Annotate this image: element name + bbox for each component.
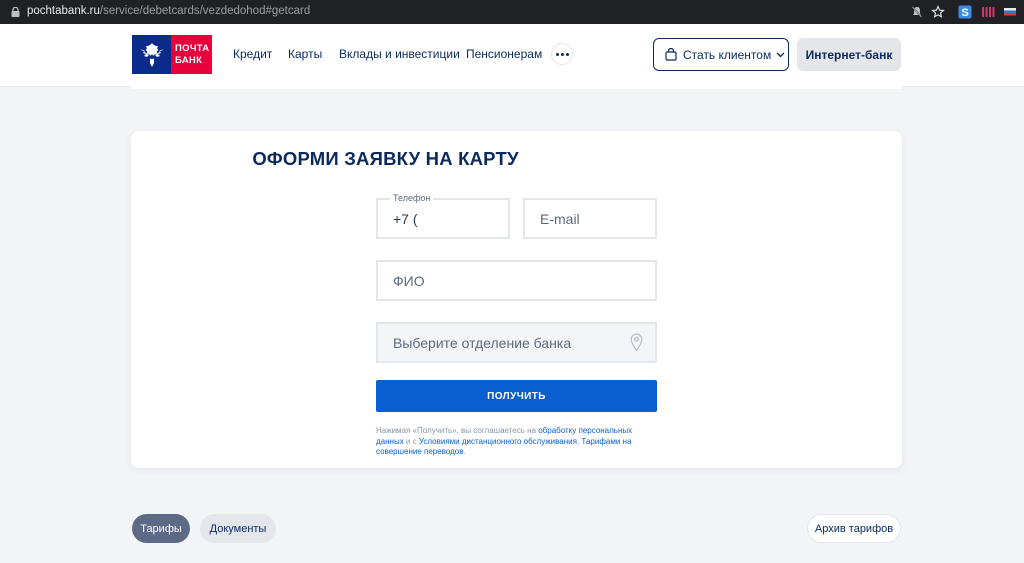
lock-icon — [11, 7, 20, 17]
nav-cards[interactable]: Карты — [288, 47, 322, 61]
tab-documents[interactable]: Документы — [200, 514, 276, 543]
map-pin-icon[interactable] — [630, 333, 643, 352]
pochtabank-logo[interactable]: ПОЧТА БАНК — [132, 35, 212, 74]
more-dot-icon — [560, 52, 564, 56]
header-underlay — [131, 86, 902, 89]
branch-select[interactable]: Выберите отделение банка — [376, 322, 657, 363]
email-field[interactable]: E-mail — [523, 198, 657, 239]
nav-pensioners[interactable]: Пенсионерам — [466, 47, 542, 61]
branch-placeholder: Выберите отделение банка — [393, 335, 572, 351]
bookmark-star-icon[interactable] — [931, 5, 945, 19]
logo-wordmark: ПОЧТА БАНК — [171, 35, 212, 74]
extension-flag-icon[interactable] — [1003, 5, 1017, 19]
shopping-bag-icon — [665, 48, 677, 61]
nav-credit[interactable]: Кредит — [233, 47, 272, 61]
fullname-field[interactable]: ФИО — [376, 260, 657, 301]
tariff-archive-button[interactable]: Архив тарифов — [807, 514, 901, 543]
phone-field[interactable]: Телефон +7 ( — [376, 193, 510, 239]
remote-service-terms-link[interactable]: Условиями дистанционного обслуживания — [419, 437, 577, 446]
phone-label: Телефон — [390, 193, 434, 203]
consent-text: Нажимая «Получить», вы соглашаетесь на о… — [376, 426, 656, 458]
consent-text-2: и с — [403, 436, 419, 446]
chevron-down-icon — [776, 52, 785, 57]
url-field[interactable]: pochtabank.ru/service/debetcards/vezdedo… — [27, 5, 310, 17]
logo-line1: ПОЧТА — [175, 42, 210, 54]
nav-deposits[interactable]: Вклады и инвестиции — [339, 47, 460, 61]
internet-bank-button[interactable]: Интернет-банк — [797, 38, 901, 71]
eagle-emblem-icon — [132, 35, 171, 74]
become-client-label: Стать клиентом — [683, 47, 772, 62]
more-dot-icon — [565, 52, 569, 56]
become-client-button[interactable]: Стать клиентом — [653, 38, 789, 71]
extension-s-icon[interactable]: S — [958, 5, 972, 19]
browser-address-bar: pochtabank.ru/service/debetcards/vezdedo… — [0, 0, 1024, 24]
extension-bars-icon[interactable] — [981, 5, 995, 19]
phone-value: +7 ( — [393, 211, 418, 227]
url-host: pochtabank.ru — [27, 5, 100, 17]
email-placeholder: E-mail — [540, 211, 580, 227]
consent-text-4: . — [463, 447, 466, 456]
logo-line2: БАНК — [175, 54, 203, 66]
tab-tariffs[interactable]: Тарифы — [132, 514, 190, 543]
svg-text:S: S — [961, 7, 968, 19]
submit-button[interactable]: ПОЛУЧИТЬ — [376, 380, 657, 412]
url-path: /service/debetcards/vezdedohod#getcard — [99, 5, 311, 17]
mute-notifications-icon[interactable] — [910, 5, 924, 19]
more-menu-button[interactable] — [551, 43, 573, 65]
more-dot-icon — [555, 52, 559, 56]
site-header: ПОЧТА БАНК Кредит Карты Вклады и инвести… — [0, 24, 1024, 86]
form-title: ОФОРМИ ЗАЯВКУ НА КАРТУ — [252, 148, 519, 169]
consent-text-1: Нажимая «Получить», вы соглашаетесь на — [376, 426, 539, 435]
fullname-placeholder: ФИО — [393, 273, 425, 289]
